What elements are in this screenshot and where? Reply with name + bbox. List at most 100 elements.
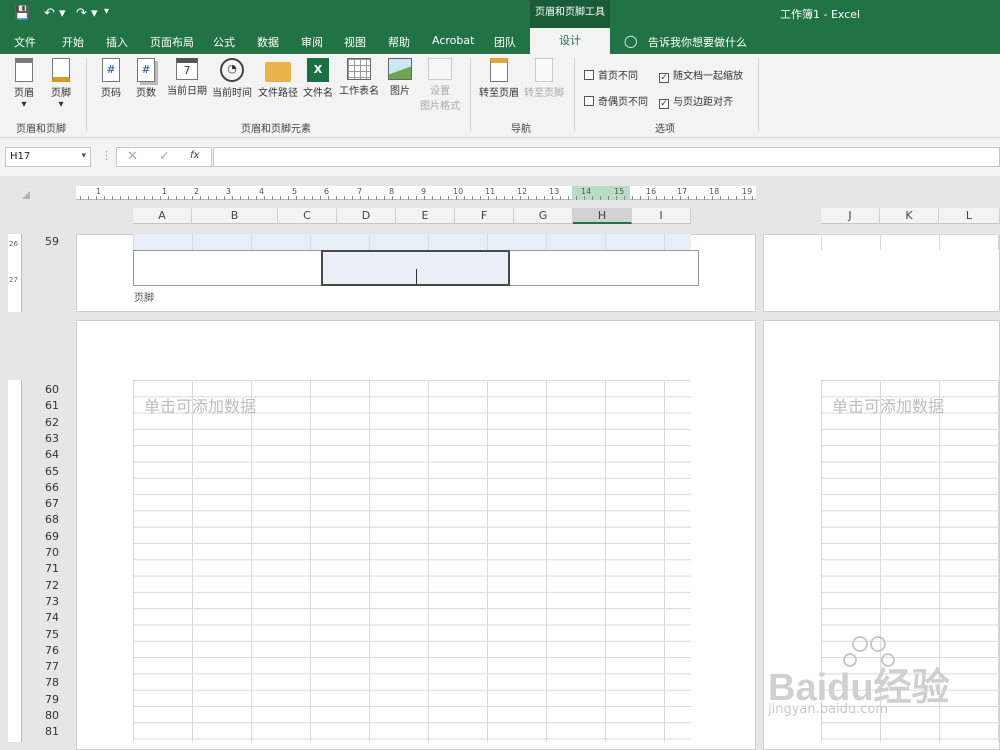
ruler-tick-mark: [600, 196, 601, 200]
baidu-jingyan-watermark: Baidu经验 jingyan.baidu.com: [768, 630, 998, 740]
ruler-tick-mark: [376, 196, 377, 200]
tab-data[interactable]: 数据: [257, 34, 279, 50]
row-header[interactable]: 68: [33, 512, 59, 528]
page-number-button[interactable]: # 页码: [98, 58, 124, 99]
column-header-a[interactable]: A: [133, 208, 192, 224]
tab-view[interactable]: 视图: [344, 34, 366, 50]
current-date-button[interactable]: 7 当前日期: [165, 58, 209, 97]
scale-with-document-checkbox[interactable]: ✓ 随文档一起缩放: [659, 67, 743, 83]
different-odd-even-checkbox[interactable]: 奇偶页不同: [584, 93, 648, 108]
row-header[interactable]: 72: [33, 578, 59, 594]
row-header[interactable]: 80: [33, 708, 59, 724]
row-header[interactable]: 76: [33, 643, 59, 659]
sheet-name-button[interactable]: 工作表名: [338, 58, 380, 97]
chevron-down-icon: ▾: [58, 99, 64, 110]
goto-header-button[interactable]: 转至页眉: [478, 58, 520, 99]
column-header-k[interactable]: K: [880, 208, 939, 224]
row-header[interactable]: 60: [33, 382, 59, 398]
add-data-placeholder[interactable]: 单击可添加数据: [832, 393, 944, 417]
tab-help[interactable]: 帮助: [388, 34, 410, 50]
column-header-f[interactable]: F: [455, 208, 514, 224]
group-separator: [470, 58, 471, 132]
add-data-placeholder[interactable]: 单击可添加数据: [144, 393, 256, 417]
row-header[interactable]: 71: [33, 561, 59, 577]
row-header[interactable]: 74: [33, 610, 59, 626]
tab-file[interactable]: 文件: [14, 34, 36, 50]
row-header[interactable]: 75: [33, 627, 59, 643]
file-name-button[interactable]: X 文件名: [302, 58, 334, 99]
page-count-button[interactable]: # 页数: [133, 58, 159, 99]
row-header-59[interactable]: 59: [33, 234, 59, 250]
row-header[interactable]: 66: [33, 480, 59, 496]
row-header[interactable]: 81: [33, 724, 59, 740]
tab-insert[interactable]: 插入: [106, 34, 128, 50]
ruler-tick-label: 8: [389, 187, 395, 196]
insert-function-icon[interactable]: fx: [190, 150, 199, 161]
column-header-d[interactable]: D: [337, 208, 396, 224]
row-59-cells[interactable]: [133, 234, 691, 250]
row-header[interactable]: 61: [33, 398, 59, 414]
row-header[interactable]: 65: [33, 464, 59, 480]
page-2-cells[interactable]: [133, 380, 691, 742]
tab-page-layout[interactable]: 页面布局: [150, 34, 194, 50]
tab-formulas[interactable]: 公式: [213, 34, 235, 50]
footer-icon: [52, 58, 70, 82]
customize-quick-access-icon[interactable]: ▾: [104, 6, 109, 17]
tab-acrobat[interactable]: Acrobat: [432, 34, 474, 47]
file-path-button[interactable]: 文件路径: [256, 58, 300, 99]
ruler-tick-label: 11: [485, 187, 496, 196]
name-box[interactable]: H17 ▾: [5, 147, 91, 167]
row-header[interactable]: 63: [33, 431, 59, 447]
row-59-cells-right[interactable]: [821, 234, 1000, 250]
column-header-j[interactable]: J: [821, 208, 880, 224]
column-header-h[interactable]: H: [573, 208, 632, 224]
column-header-c[interactable]: C: [278, 208, 337, 224]
different-odd-even-label: 奇偶页不同: [598, 97, 648, 108]
context-tab-group-label: 页眉和页脚工具: [530, 0, 610, 28]
footer-section-center[interactable]: [321, 250, 510, 286]
column-header-l[interactable]: L: [939, 208, 1000, 224]
cancel-icon[interactable]: ✕: [127, 149, 138, 164]
different-first-page-checkbox[interactable]: 首页不同: [584, 67, 638, 82]
row-header[interactable]: 79: [33, 692, 59, 708]
column-header-e[interactable]: E: [396, 208, 455, 224]
column-header-i[interactable]: I: [632, 208, 691, 224]
tab-design[interactable]: 设计: [530, 28, 610, 54]
row-header[interactable]: 70: [33, 545, 59, 561]
ruler-tick-label: 7: [357, 187, 363, 196]
row-header[interactable]: 73: [33, 594, 59, 610]
ruler-tick-mark: [752, 196, 753, 200]
ruler-tick-mark: [288, 196, 289, 200]
select-all-corner[interactable]: [22, 191, 30, 199]
column-header-g[interactable]: G: [514, 208, 573, 224]
align-with-margins-checkbox[interactable]: ✓ 与页边距对齐: [659, 93, 733, 109]
picture-button[interactable]: 图片: [386, 58, 414, 97]
ruler-tick-mark: [648, 196, 649, 200]
tab-review[interactable]: 审阅: [301, 34, 323, 50]
goto-footer-label: 转至页脚: [524, 88, 564, 99]
column-header-b[interactable]: B: [192, 208, 278, 224]
tab-team[interactable]: 团队: [494, 34, 516, 50]
row-header[interactable]: 67: [33, 496, 59, 512]
tell-me-search[interactable]: 告诉我你想要做什么: [648, 34, 747, 50]
row-header[interactable]: 78: [33, 675, 59, 691]
undo-icon[interactable]: ↶ ▾: [44, 6, 66, 21]
row-header[interactable]: 62: [33, 415, 59, 431]
ribbon: 页眉 ▾ 页脚 ▾ 页眉和页脚 # 页码 # 页数 7 当前日期 ◔ 当前时间 文件…: [0, 54, 1000, 138]
redo-icon[interactable]: ↷ ▾: [76, 6, 98, 21]
current-time-button[interactable]: ◔ 当前时间: [210, 58, 254, 99]
save-icon[interactable]: 💾: [14, 6, 30, 21]
chevron-down-icon[interactable]: ▾: [81, 151, 86, 161]
row-header[interactable]: 69: [33, 529, 59, 545]
formula-input[interactable]: [213, 147, 1000, 167]
header-button[interactable]: 页眉 ▾: [10, 58, 38, 110]
row-header[interactable]: 64: [33, 447, 59, 463]
enter-icon[interactable]: ✓: [159, 149, 170, 164]
footer-button[interactable]: 页脚 ▾: [47, 58, 75, 110]
ruler-tick-mark: [504, 196, 505, 200]
tab-home[interactable]: 开始: [62, 34, 84, 50]
row-header[interactable]: 77: [33, 659, 59, 675]
footer-label: 页脚: [51, 88, 71, 99]
ruler-tick-mark: [480, 196, 481, 200]
ruler-tick-mark: [424, 196, 425, 200]
